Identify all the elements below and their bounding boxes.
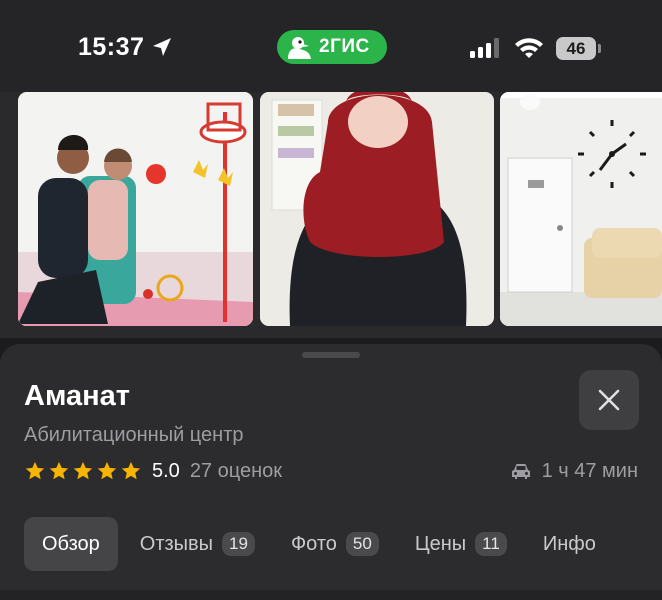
star-icon <box>49 461 69 480</box>
brand-name: 2ГИС <box>319 36 370 57</box>
status-bar: 15:37 2ГИС 46 <box>0 0 662 92</box>
battery-tip <box>598 44 601 53</box>
brand-bird-icon <box>288 37 311 59</box>
location-arrow-icon <box>153 38 171 56</box>
travel-time-label: 1 ч 47 мин <box>541 460 638 482</box>
place-category: Абилитационный центр <box>24 424 244 446</box>
car-icon <box>511 463 530 479</box>
tab-bar: Обзор Отзывы 19 Фото 50 Цены 11 Инфо <box>24 517 632 571</box>
tab-label: Обзор <box>42 532 100 555</box>
tab-photos[interactable]: Фото 50 <box>291 517 379 571</box>
rating-stars <box>24 460 142 482</box>
tab-overview[interactable]: Обзор <box>24 517 118 571</box>
star-icon <box>97 461 117 480</box>
tab-label: Отзывы <box>139 532 214 555</box>
tab-reviews[interactable]: Отзывы 19 <box>140 517 255 571</box>
photo-3[interactable] <box>500 92 662 326</box>
tab-info[interactable]: Инфо <box>543 517 596 571</box>
star-icon <box>25 461 45 480</box>
status-time: 15:37 <box>78 33 145 61</box>
close-icon <box>598 389 620 411</box>
tab-badge: 19 <box>222 532 255 556</box>
travel-time[interactable]: 1 ч 47 мин <box>510 460 638 483</box>
brand-logo: 2ГИС <box>277 30 387 64</box>
star-icon <box>73 461 93 480</box>
tab-badge: 50 <box>345 532 379 556</box>
tab-label: Фото <box>290 532 337 555</box>
rating-value: 5.0 <box>152 459 180 482</box>
photo-2[interactable] <box>260 92 494 326</box>
reviews-count: 27 оценок <box>189 459 283 482</box>
rating-row[interactable]: 5.0 27 оценок <box>24 459 282 483</box>
tab-label: Цены <box>414 532 467 555</box>
tab-label: Инфо <box>542 532 596 555</box>
tab-badge: 11 <box>475 532 507 556</box>
photo-1[interactable] <box>18 92 253 326</box>
battery-icon: 46 <box>556 37 596 60</box>
place-title: Аманат <box>24 380 130 412</box>
signal-icon <box>470 38 499 58</box>
photo-gallery[interactable] <box>0 92 662 338</box>
sheet-grabber[interactable] <box>302 352 360 358</box>
close-button[interactable] <box>579 370 639 430</box>
star-icon <box>121 461 141 480</box>
wifi-icon <box>515 38 543 58</box>
bottom-divider <box>0 590 662 600</box>
tab-prices[interactable]: Цены 11 <box>415 517 507 571</box>
